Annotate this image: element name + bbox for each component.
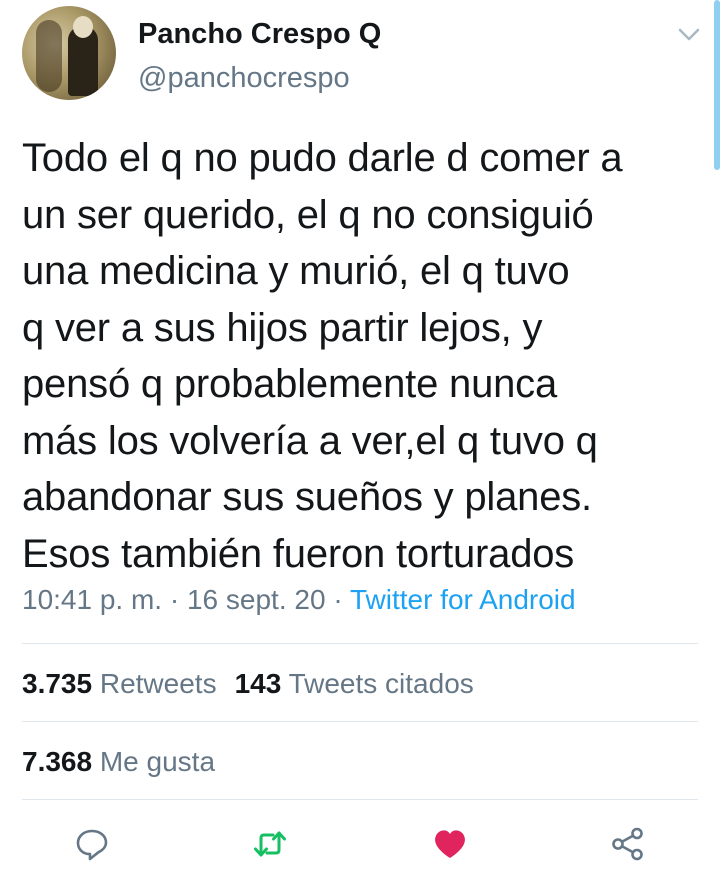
avatar-head: [73, 16, 93, 38]
meta-separator: ·: [162, 584, 187, 615]
retweet-icon[interactable]: [252, 826, 288, 862]
likes-stats[interactable]: 7.368 Me gusta: [22, 746, 215, 778]
display-name[interactable]: Pancho Crespo Q: [138, 18, 381, 51]
tweet-source-link[interactable]: Twitter for Android: [350, 584, 576, 615]
tweet-meta: 10:41 p. m. · 16 sept. 20 · Twitter for …: [22, 584, 576, 616]
share-icon[interactable]: [610, 826, 646, 862]
quotes-count: 143: [234, 668, 282, 699]
divider: [22, 643, 698, 644]
divider: [22, 799, 698, 800]
retweets-stat[interactable]: 3.735 Retweets: [22, 668, 217, 699]
meta-separator: ·: [325, 584, 350, 615]
divider: [22, 721, 698, 722]
likes-count: 7.368: [22, 746, 93, 777]
tweet-date: 16 sept. 20: [186, 584, 326, 615]
retweet-stats: 3.735 Retweets 143 Tweets citados: [22, 668, 474, 700]
retweets-label: Retweets: [99, 668, 217, 699]
chevron-down-icon[interactable]: [678, 28, 700, 42]
tweet-time: 10:41 p. m.: [22, 584, 163, 615]
retweets-count: 3.735: [22, 668, 93, 699]
tweet-text: Todo el q no pudo darle d comer a un ser…: [22, 136, 623, 576]
heart-icon[interactable]: [432, 826, 468, 862]
tweet-header: Pancho Crespo Q @panchocrespo: [22, 6, 702, 106]
quotes-label: Tweets citados: [288, 668, 474, 699]
avatar[interactable]: [22, 6, 116, 100]
scrollbar[interactable]: [714, 0, 720, 170]
reply-icon[interactable]: [74, 826, 110, 862]
likes-label: Me gusta: [99, 746, 216, 777]
quotes-stat[interactable]: 143 Tweets citados: [235, 668, 474, 699]
user-handle[interactable]: @panchocrespo: [138, 62, 350, 95]
avatar-shadow: [36, 20, 62, 92]
action-bar: [0, 820, 720, 870]
